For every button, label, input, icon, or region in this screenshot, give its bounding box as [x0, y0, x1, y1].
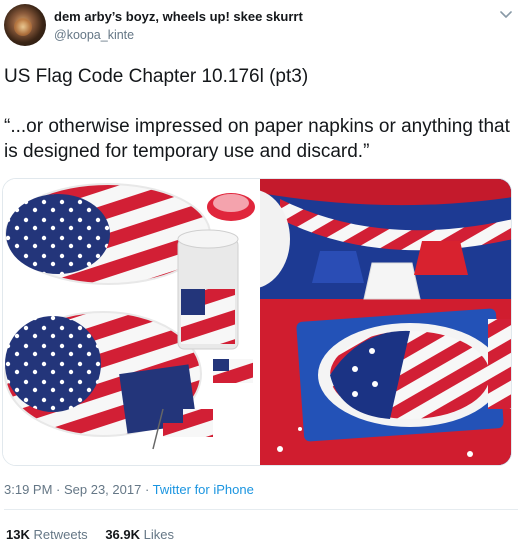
meta-separator: · [52, 482, 64, 497]
user-names[interactable]: dem arby’s boyz, wheels up! skee skurrt … [54, 9, 303, 43]
likes-label: Likes [143, 527, 174, 542]
tweet-date[interactable]: Sep 23, 2017 [64, 482, 141, 497]
flag-tableware-illustration [3, 179, 258, 465]
media-photo-right[interactable] [210, 179, 511, 465]
avatar[interactable] [4, 4, 46, 46]
tweet-timestamp: 3:19 PM · Sep 23, 2017 · Twitter for iPh… [4, 482, 254, 497]
tweet-text-line: US Flag Code Chapter 10.176l (pt3) [4, 66, 309, 87]
tweet-header: dem arby’s boyz, wheels up! skee skurrt … [4, 4, 518, 50]
tweet-text: US Flag Code Chapter 10.176l (pt3) “...o… [4, 64, 518, 164]
chevron-down-icon[interactable] [498, 6, 514, 22]
media-photo-left[interactable] [3, 179, 258, 465]
flag-party-table-illustration [210, 179, 511, 465]
user-handle[interactable]: @koopa_kinte [54, 27, 303, 43]
tweet-quote: “...or otherwise impressed on paper napk… [4, 116, 510, 162]
divider [4, 509, 518, 510]
tweet: dem arby’s boyz, wheels up! skee skurrt … [0, 0, 522, 554]
retweets-count: 13K [6, 527, 30, 542]
retweets-stat[interactable]: 13K Retweets [6, 527, 88, 542]
likes-stat[interactable]: 36.9K Likes [105, 527, 174, 542]
tweet-stats: 13K Retweets 36.9K Likes [6, 527, 188, 542]
meta-separator: · [141, 482, 153, 497]
tweet-media[interactable] [2, 178, 512, 466]
display-name[interactable]: dem arby’s boyz, wheels up! skee skurrt [54, 9, 303, 25]
likes-count: 36.9K [105, 527, 141, 542]
tweet-time[interactable]: 3:19 PM [4, 482, 52, 497]
retweets-label: Retweets [33, 527, 88, 542]
tweet-source-link[interactable]: Twitter for iPhone [153, 482, 254, 497]
